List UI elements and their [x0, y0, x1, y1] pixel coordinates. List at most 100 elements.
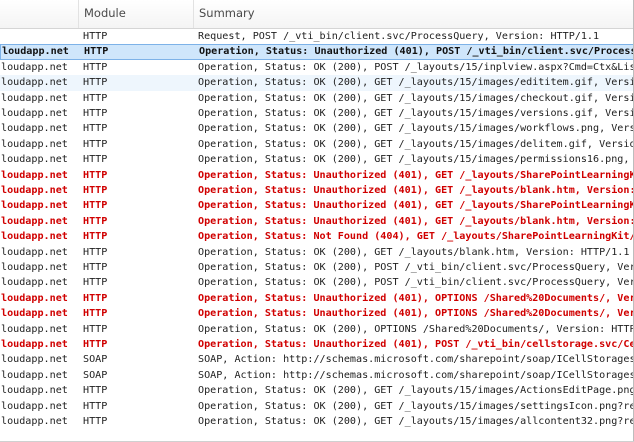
- cell-summary: Operation, Status: OK (200), POST /_layo…: [198, 61, 634, 73]
- table-row[interactable]: loudapp.net HTTP Operation, Status: OK (20…: [0, 121, 634, 136]
- cell-source: loudapp.net: [1, 138, 68, 150]
- cell-module: HTTP: [83, 169, 108, 181]
- cell-summary: Operation, Status: Unauthorized (401), O…: [198, 292, 634, 304]
- cell-module: HTTP: [83, 416, 108, 427]
- cell-source: loudapp.net: [1, 61, 68, 73]
- cell-module: HTTP: [83, 323, 108, 335]
- cell-module: HTTP: [83, 292, 108, 304]
- cell-summary: Operation, Status: Not Found (404), GET …: [198, 231, 634, 243]
- cell-summary: Operation, Status: Unauthorized (401), P…: [199, 46, 634, 58]
- table-row[interactable]: loudapp.net HTTP Operation, Status: Unauth…: [0, 214, 634, 229]
- cell-source: loudapp.net: [1, 323, 68, 335]
- grid-rows: HTTP Request, POST /_vti_bin/client.svc/P…: [0, 29, 634, 442]
- cell-module: HTTP: [83, 385, 108, 397]
- cell-module: HTTP: [83, 215, 108, 227]
- cell-summary: Operation, Status: OK (200), GET /_layou…: [198, 108, 634, 119]
- cell-module: HTTP: [83, 400, 108, 412]
- cell-source: [0, 29, 79, 44]
- cell-source: loudapp.net: [1, 277, 68, 289]
- cell-source: loudapp.net: [1, 369, 68, 381]
- cell-module: HTTP: [83, 231, 108, 243]
- cell-source: loudapp.net: [1, 123, 68, 135]
- cell-summary: Operation, Status: Unauthorized (401), G…: [198, 200, 634, 212]
- grid-header: Module Summary: [0, 0, 634, 29]
- cell-module: HTTP: [83, 339, 108, 350]
- table-row[interactable]: loudapp.net HTTP Operation, Status: Not Fo…: [0, 229, 634, 244]
- cell-summary: Operation, Status: Unauthorized (401), G…: [198, 185, 634, 196]
- table-row[interactable]: loudapp.net HTTP Operation, Status: OK (20…: [0, 399, 634, 414]
- cell-summary: SOAP, Action: http://schemas.microsoft.c…: [198, 354, 634, 366]
- cell-summary: Operation, Status: OK (200), GET /_layou…: [198, 246, 630, 258]
- table-row[interactable]: loudapp.net HTTP Operation, Status: OK (20…: [0, 245, 634, 260]
- message-grid: Module Summary HTTP Request, POST /_vti_b…: [0, 0, 634, 442]
- column-header-source[interactable]: [0, 0, 79, 28]
- table-row[interactable]: loudapp.net HTTP Operation, Status: OK (20…: [0, 75, 634, 91]
- cell-source: loudapp.net: [2, 46, 69, 58]
- cell-source: loudapp.net: [1, 262, 68, 273]
- cell-module: HTTP: [83, 92, 108, 104]
- cell-summary: Operation, Status: OK (200), GET /_layou…: [198, 123, 634, 135]
- cell-module: HTTP: [83, 200, 108, 212]
- cell-summary: SOAP, Action: http://schemas.microsoft.c…: [198, 369, 634, 381]
- cell-summary: Operation, Status: Unauthorized (401), G…: [198, 169, 634, 181]
- cell-module: HTTP: [83, 138, 108, 150]
- cell-summary: Operation, Status: OK (200), POST /_vti_…: [198, 262, 634, 273]
- table-row-selected[interactable]: loudapp.net HTTP Operation, Status: Unauth…: [0, 44, 634, 60]
- table-row[interactable]: loudapp.net HTTP Operation, Status: OK (20…: [0, 414, 634, 429]
- cell-summary: Operation, Status: OK (200), OPTIONS /Sh…: [198, 323, 634, 335]
- table-row[interactable]: loudapp.net SOAP SOAP, Action: http://sche…: [0, 368, 634, 383]
- cell-module: HTTP: [83, 262, 108, 273]
- cell-source: loudapp.net: [1, 400, 68, 412]
- column-header-module[interactable]: Module: [79, 0, 194, 28]
- cell-summary: Operation, Status: Unauthorized (401), O…: [198, 308, 634, 320]
- column-header-summary[interactable]: Summary: [194, 0, 634, 28]
- table-row[interactable]: loudapp.net HTTP Operation, Status: OK (20…: [0, 275, 634, 290]
- table-row[interactable]: loudapp.net HTTP Operation, Status: OK (20…: [0, 91, 634, 106]
- cell-module: HTTP: [83, 246, 108, 258]
- table-row[interactable]: loudapp.net HTTP Operation, Status: Unauth…: [0, 183, 634, 198]
- cell-source: loudapp.net: [1, 108, 68, 119]
- table-row[interactable]: loudapp.net SOAP SOAP, Action: http://sche…: [0, 352, 634, 367]
- cell-summary: Operation, Status: OK (200), GET /_layou…: [198, 400, 634, 412]
- cell-source: loudapp.net: [1, 246, 68, 258]
- cell-source: loudapp.net: [1, 77, 68, 89]
- table-row[interactable]: loudapp.net HTTP Operation, Status: Unauth…: [0, 168, 634, 183]
- cell-source: loudapp.net: [1, 92, 68, 104]
- cell-source: loudapp.net: [1, 354, 68, 366]
- cell-module: HTTP: [83, 61, 108, 73]
- cell-module: HTTP: [83, 31, 108, 42]
- table-row[interactable]: loudapp.net HTTP Operation, Status: Unauth…: [0, 291, 634, 306]
- table-row[interactable]: loudapp.net HTTP Operation, Status: OK (20…: [0, 60, 634, 75]
- cell-module: SOAP: [83, 354, 108, 366]
- cell-summary: Operation, Status: OK (200), GET /_layou…: [198, 92, 634, 104]
- table-row[interactable]: loudapp.net HTTP Operation, Status: OK (20…: [0, 137, 634, 152]
- table-row[interactable]: loudapp.net HTTP Operation, Status: Unauth…: [0, 337, 634, 352]
- cell-summary: Operation, Status: OK (200), POST /_vti_…: [198, 277, 634, 289]
- table-row[interactable]: loudapp.net HTTP Operation, Status: OK (20…: [0, 383, 634, 398]
- cell-module: HTTP: [83, 123, 108, 135]
- cell-source: loudapp.net: [1, 185, 68, 196]
- table-row[interactable]: loudapp.net HTTP Operation, Status: OK (20…: [0, 106, 634, 121]
- table-row[interactable]: loudapp.net HTTP Operation, Status: OK (20…: [0, 322, 634, 337]
- cell-summary: Operation, Status: Unauthorized (401), G…: [198, 215, 634, 227]
- table-row[interactable]: HTTP Request, POST /_vti_bin/client.svc/P…: [0, 29, 634, 44]
- cell-module: HTTP: [83, 185, 108, 196]
- cell-source: loudapp.net: [1, 154, 68, 166]
- cell-summary: Operation, Status: OK (200), GET /_layou…: [198, 416, 634, 427]
- cell-module: HTTP: [83, 77, 108, 89]
- cell-module: HTTP: [83, 108, 108, 119]
- cell-source: loudapp.net: [1, 292, 68, 304]
- cell-source: loudapp.net: [1, 416, 68, 427]
- cell-module: HTTP: [84, 46, 109, 58]
- table-row[interactable]: loudapp.net HTTP Operation, Status: OK (20…: [0, 260, 634, 275]
- table-row[interactable]: loudapp.net HTTP Operation, Status: Unauth…: [0, 198, 634, 213]
- cell-summary: Operation, Status: OK (200), GET /_layou…: [198, 77, 634, 89]
- cell-summary: Request, POST /_vti_bin/client.svc/Proce…: [198, 31, 600, 42]
- table-row[interactable]: loudapp.net HTTP Operation, Status: Unauth…: [0, 306, 634, 321]
- table-row[interactable]: loudapp.net HTTP Operation, Status: OK (20…: [0, 152, 634, 167]
- cell-source: loudapp.net: [1, 308, 68, 320]
- cell-module: SOAP: [83, 369, 108, 381]
- cell-summary: Operation, Status: OK (200), GET /_layou…: [198, 385, 634, 397]
- cell-summary: Operation, Status: OK (200), GET /_layou…: [198, 154, 634, 166]
- cell-summary: Operation, Status: Unauthorized (401), P…: [198, 339, 634, 350]
